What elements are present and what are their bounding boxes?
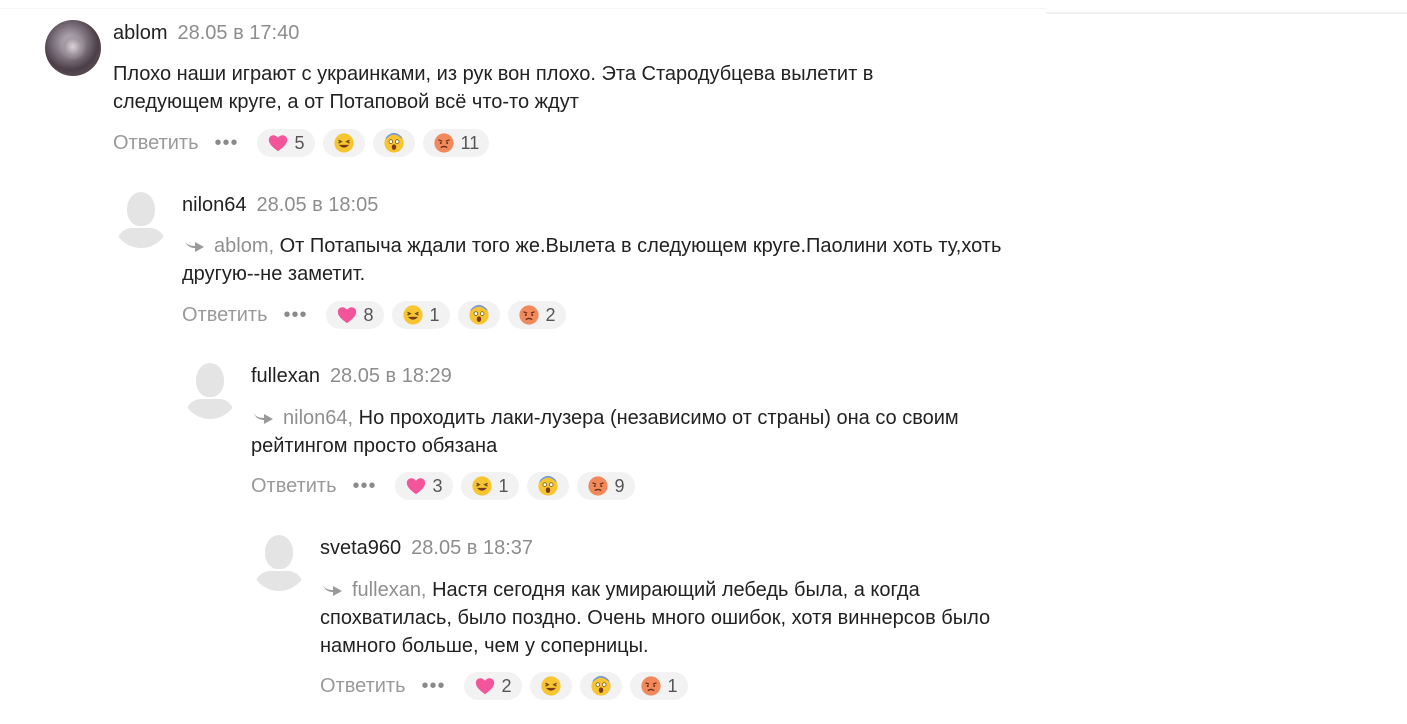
comment-date: 28.05 в 18:05: [256, 194, 379, 216]
comment-actions: Ответить ••• 2 1: [320, 671, 696, 701]
reaction-count: 2: [501, 675, 512, 696]
comment-meta: fullexan 28.05 в 18:29: [251, 364, 452, 388]
heart-icon: [474, 675, 496, 697]
reply-button[interactable]: Ответить: [251, 475, 337, 498]
reaction-angry[interactable]: 11: [422, 129, 490, 157]
shocked-face-icon: [537, 475, 559, 497]
sidebar-divider: [1046, 12, 1407, 14]
reaction-laugh[interactable]: 1: [460, 472, 519, 500]
reaction-angry[interactable]: 1: [629, 672, 688, 700]
user-avatar[interactable]: [113, 192, 169, 248]
comment-meta: sveta960 28.05 в 18:37: [320, 536, 533, 560]
reply-arrow-icon: [253, 410, 273, 424]
comment-actions: Ответить ••• 8 1 2: [182, 300, 574, 330]
laughing-face-icon: [402, 304, 424, 326]
laughing-face-icon: [333, 132, 355, 154]
reply-to-author[interactable]: fullexan,: [352, 579, 427, 601]
comment-meta: ablom 28.05 в 17:40: [113, 21, 299, 45]
comment-actions: Ответить ••• 3 1 9: [251, 471, 643, 501]
shocked-face-icon: [468, 304, 490, 326]
reaction-count: 3: [432, 475, 443, 496]
heart-icon: [405, 475, 427, 497]
angry-face-icon: [640, 675, 662, 697]
reply-to-author[interactable]: ablom,: [214, 235, 274, 257]
shocked-face-icon: [383, 132, 405, 154]
user-avatar[interactable]: [45, 20, 101, 76]
more-options-icon[interactable]: •••: [284, 304, 308, 327]
reaction-angry[interactable]: 9: [576, 472, 635, 500]
divider: [0, 8, 1046, 9]
reply-to-author[interactable]: nilon64,: [283, 407, 353, 429]
reply-button[interactable]: Ответить: [182, 304, 268, 327]
reaction-shock[interactable]: [457, 301, 500, 329]
reaction-count: 2: [545, 304, 556, 325]
comment-text: fullexan, Настя сегодня как умирающий ле…: [320, 576, 1000, 660]
reaction-laugh[interactable]: [322, 129, 365, 157]
reaction-laugh[interactable]: 1: [391, 301, 450, 329]
reaction-shock[interactable]: [372, 129, 415, 157]
angry-face-icon: [433, 132, 455, 154]
more-options-icon[interactable]: •••: [215, 132, 239, 155]
comment-author[interactable]: sveta960: [320, 537, 401, 559]
reaction-count: 5: [294, 132, 305, 153]
user-avatar[interactable]: [251, 535, 307, 591]
heart-icon: [267, 132, 289, 154]
comment-text: Плохо наши играют с украинками, из рук в…: [113, 60, 943, 116]
comment-actions: Ответить ••• 5 11: [113, 128, 497, 158]
more-options-icon[interactable]: •••: [422, 675, 446, 698]
comment-date: 28.05 в 18:29: [329, 365, 452, 387]
comment-date: 28.05 в 18:37: [411, 537, 534, 559]
comment-body: Плохо наши играют с украинками, из рук в…: [113, 63, 874, 113]
comment-author[interactable]: ablom: [113, 22, 167, 44]
comment-body: Но проходить лаки-лузера (независимо от …: [251, 407, 959, 457]
reaction-heart[interactable]: 5: [256, 129, 315, 157]
laughing-face-icon: [540, 675, 562, 697]
reaction-shock[interactable]: [526, 472, 569, 500]
reaction-count: 1: [429, 304, 440, 325]
comment-text: nilon64, Но проходить лаки-лузера (незав…: [251, 404, 1041, 460]
reply-arrow-icon: [322, 582, 342, 596]
comment-body: От Потапыча ждали того же.Вылета в следу…: [182, 235, 1002, 285]
reaction-angry[interactable]: 2: [507, 301, 566, 329]
more-options-icon[interactable]: •••: [353, 475, 377, 498]
reaction-shock[interactable]: [579, 672, 622, 700]
angry-face-icon: [518, 304, 540, 326]
shocked-face-icon: [590, 675, 612, 697]
user-avatar[interactable]: [182, 363, 238, 419]
comment-date: 28.05 в 17:40: [177, 22, 300, 44]
reaction-heart[interactable]: 3: [394, 472, 453, 500]
reply-button[interactable]: Ответить: [113, 132, 199, 155]
comment-meta: nilon64 28.05 в 18:05: [182, 193, 378, 217]
comment-author[interactable]: fullexan: [251, 365, 320, 387]
reply-arrow-icon: [184, 238, 204, 252]
angry-face-icon: [587, 475, 609, 497]
reaction-laugh[interactable]: [529, 672, 572, 700]
reply-button[interactable]: Ответить: [320, 675, 406, 698]
reaction-count: 9: [614, 475, 625, 496]
reaction-count: 8: [363, 304, 374, 325]
laughing-face-icon: [471, 475, 493, 497]
reaction-heart[interactable]: 2: [463, 672, 522, 700]
comment-author[interactable]: nilon64: [182, 194, 247, 216]
reaction-count: 1: [498, 475, 509, 496]
heart-icon: [336, 304, 358, 326]
reaction-heart[interactable]: 8: [325, 301, 384, 329]
reaction-count: 11: [460, 132, 480, 153]
comment-text: ablom, От Потапыча ждали того же.Вылета …: [182, 232, 1012, 288]
reaction-count: 1: [667, 675, 678, 696]
